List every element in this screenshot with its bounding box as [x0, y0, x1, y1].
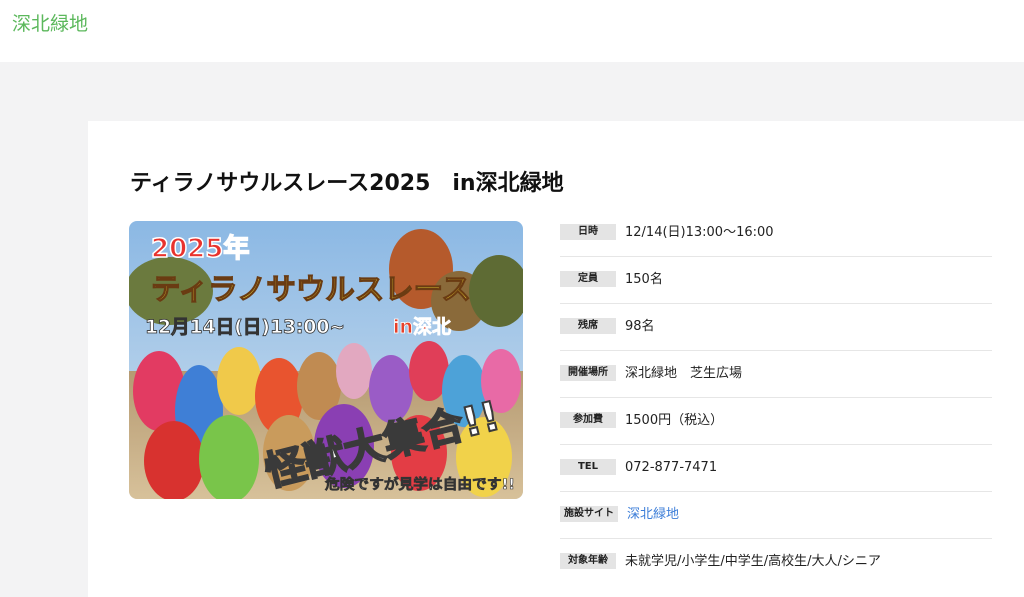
facility-site-link[interactable]: 深北緑地 — [627, 506, 679, 524]
banner-race-text: ティラノサウルスレース — [151, 272, 471, 306]
detail-value: 深北緑地 芝生広場 — [625, 366, 743, 381]
detail-label: 対象年齢 — [560, 553, 616, 569]
banner-illustration: 2025年 ティラノサウルスレース 12月14日(日)13:00~ in深北 怪… — [129, 221, 523, 499]
detail-row-fee: 参加費 1500円（税込） — [560, 398, 992, 445]
detail-row-target-age: 対象年齢 未就学児/小学生/中学生/高校生/大人/シニア — [560, 539, 992, 585]
detail-row-capacity: 定員 150名 — [560, 257, 992, 304]
detail-label: 施設サイト — [560, 506, 618, 522]
detail-value: 未就学児/小学生/中学生/高校生/大人/シニア — [625, 554, 881, 569]
detail-row-remaining: 残席 98名 — [560, 304, 992, 351]
detail-value: 072-877-7471 — [625, 460, 718, 475]
event-banner-image: 2025年 ティラノサウルスレース 12月14日(日)13:00~ in深北 怪… — [129, 221, 523, 499]
detail-row-tel: TEL 072-877-7471 — [560, 445, 992, 492]
detail-label: 残席 — [560, 318, 616, 334]
event-title: ティラノサウルスレース2025 in深北緑地 — [130, 171, 564, 196]
banner-date-text: 12月14日(日)13:00~ — [145, 316, 345, 338]
site-header: 深北緑地 — [0, 0, 1024, 62]
detail-row-venue: 開催場所 深北緑地 芝生広場 — [560, 351, 992, 398]
banner-place-text: in深北 — [393, 315, 451, 338]
detail-value: 98名 — [625, 319, 655, 334]
detail-row-datetime: 日時 12/14(日)13:00〜16:00 — [560, 210, 992, 257]
banner-note-text: 危険ですが見学は自由です!! — [324, 476, 515, 493]
detail-label: TEL — [560, 459, 616, 475]
detail-label: 日時 — [560, 224, 616, 240]
site-title-link[interactable]: 深北緑地 — [12, 9, 88, 36]
detail-value: 12/14(日)13:00〜16:00 — [625, 225, 774, 240]
detail-label: 参加費 — [560, 412, 616, 428]
detail-value: 150名 — [625, 272, 663, 287]
detail-label: 開催場所 — [560, 365, 616, 381]
detail-value: 1500円（税込） — [625, 413, 724, 428]
detail-row-facility-site: 施設サイト 深北緑地 — [560, 492, 992, 539]
banner-year-text: 2025年 — [151, 233, 249, 264]
event-details-list: 日時 12/14(日)13:00〜16:00 定員 150名 残席 98名 開催… — [560, 210, 992, 585]
event-card: ティラノサウルスレース2025 in深北緑地 2025年 ティラノサウルスレース… — [88, 121, 1024, 597]
detail-label: 定員 — [560, 271, 616, 287]
